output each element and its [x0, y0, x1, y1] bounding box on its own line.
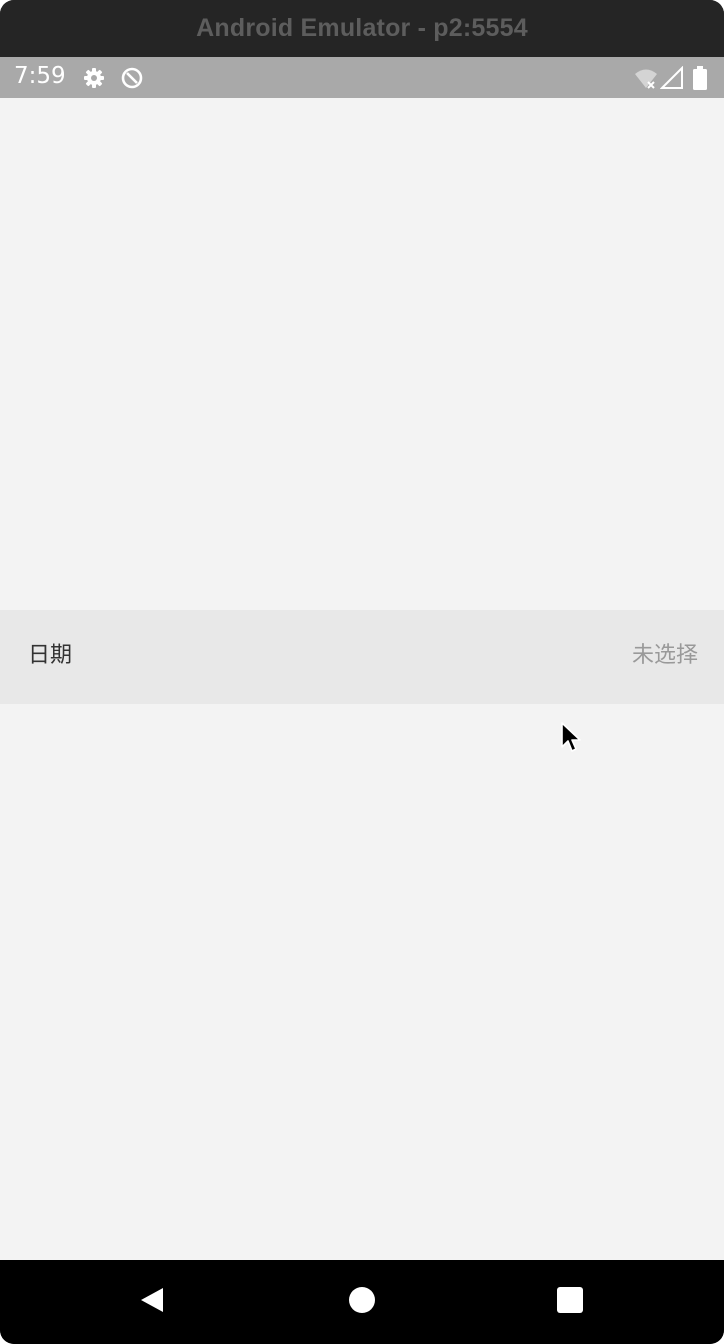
back-icon	[138, 1286, 166, 1318]
wifi-off-icon	[634, 66, 658, 90]
date-picker-row[interactable]: 日期 未选择	[0, 610, 724, 704]
emulator-frame: Android Emulator - p2:5554 7:59 日期 未选择	[0, 0, 724, 1344]
date-label: 日期	[28, 643, 73, 668]
mouse-pointer-icon	[560, 721, 584, 757]
recents-button[interactable]	[542, 1274, 598, 1330]
app-screen: 日期 未选择	[0, 98, 724, 1260]
back-button[interactable]	[124, 1274, 180, 1330]
gear-icon	[82, 66, 106, 90]
status-bar[interactable]: 7:59	[0, 57, 724, 98]
recents-icon	[556, 1286, 584, 1318]
battery-icon	[692, 66, 716, 90]
emulator-title-bar[interactable]: Android Emulator - p2:5554	[0, 0, 724, 57]
date-value-placeholder: 未选择	[631, 643, 698, 668]
signal-icon	[659, 65, 684, 90]
home-icon	[348, 1286, 376, 1318]
navigation-bar	[0, 1260, 724, 1344]
data-saver-icon	[120, 66, 144, 90]
window-title: Android Emulator - p2:5554	[196, 14, 528, 42]
home-button[interactable]	[334, 1274, 390, 1330]
status-time: 7:59	[14, 63, 66, 89]
